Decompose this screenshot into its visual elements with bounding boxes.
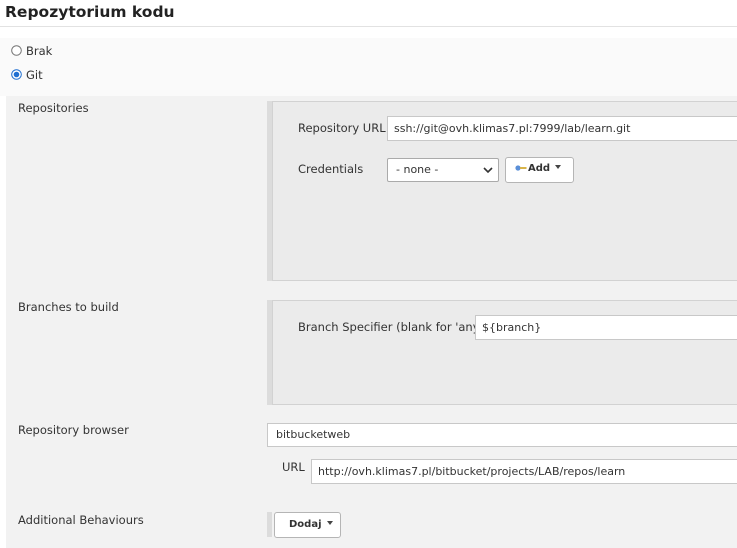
credentials-select[interactable]: - none - xyxy=(387,158,499,182)
page-title: Repozytorium kodu xyxy=(5,3,175,21)
repository-url-input[interactable]: ssh://git@ovh.klimas7.pl:7999/lab/learn.… xyxy=(387,116,737,141)
credentials-selected: - none - xyxy=(396,163,439,176)
add-behaviour-label: Dodaj xyxy=(289,519,322,530)
repositories-label: Repositories xyxy=(18,101,89,115)
add-credentials-button[interactable]: Add xyxy=(505,157,574,183)
scm-options: Brak Git xyxy=(0,38,737,96)
credentials-label: Credentials xyxy=(298,162,364,176)
add-behaviour-button[interactable]: Dodaj xyxy=(274,512,341,538)
branch-specifier-input[interactable]: ${branch} xyxy=(475,315,737,340)
radio-brak[interactable] xyxy=(11,45,22,56)
caret-down-icon xyxy=(555,165,562,169)
additional-behaviours-label: Additional Behaviours xyxy=(18,513,144,527)
title-divider xyxy=(0,26,737,27)
radio-git-label[interactable]: Git xyxy=(26,68,43,82)
browser-url-input[interactable]: http://ovh.klimas7.pl/bitbucket/projects… xyxy=(311,459,737,484)
branches-label: Branches to build xyxy=(18,300,119,314)
chevron-down-icon xyxy=(483,167,493,174)
behaviours-group-bar xyxy=(267,512,272,537)
caret-down-icon xyxy=(326,521,333,525)
repository-url-label: Repository URL xyxy=(298,121,386,135)
add-credentials-label: Add xyxy=(528,163,551,174)
repository-browser-label: Repository browser xyxy=(18,423,129,437)
key-icon xyxy=(515,165,527,171)
branch-specifier-label: Branch Specifier (blank for 'any') xyxy=(298,320,488,334)
browser-url-label: URL xyxy=(282,460,305,474)
radio-brak-label[interactable]: Brak xyxy=(26,44,52,58)
repository-browser-select[interactable]: bitbucketweb xyxy=(267,423,737,447)
radio-git[interactable] xyxy=(11,69,22,80)
